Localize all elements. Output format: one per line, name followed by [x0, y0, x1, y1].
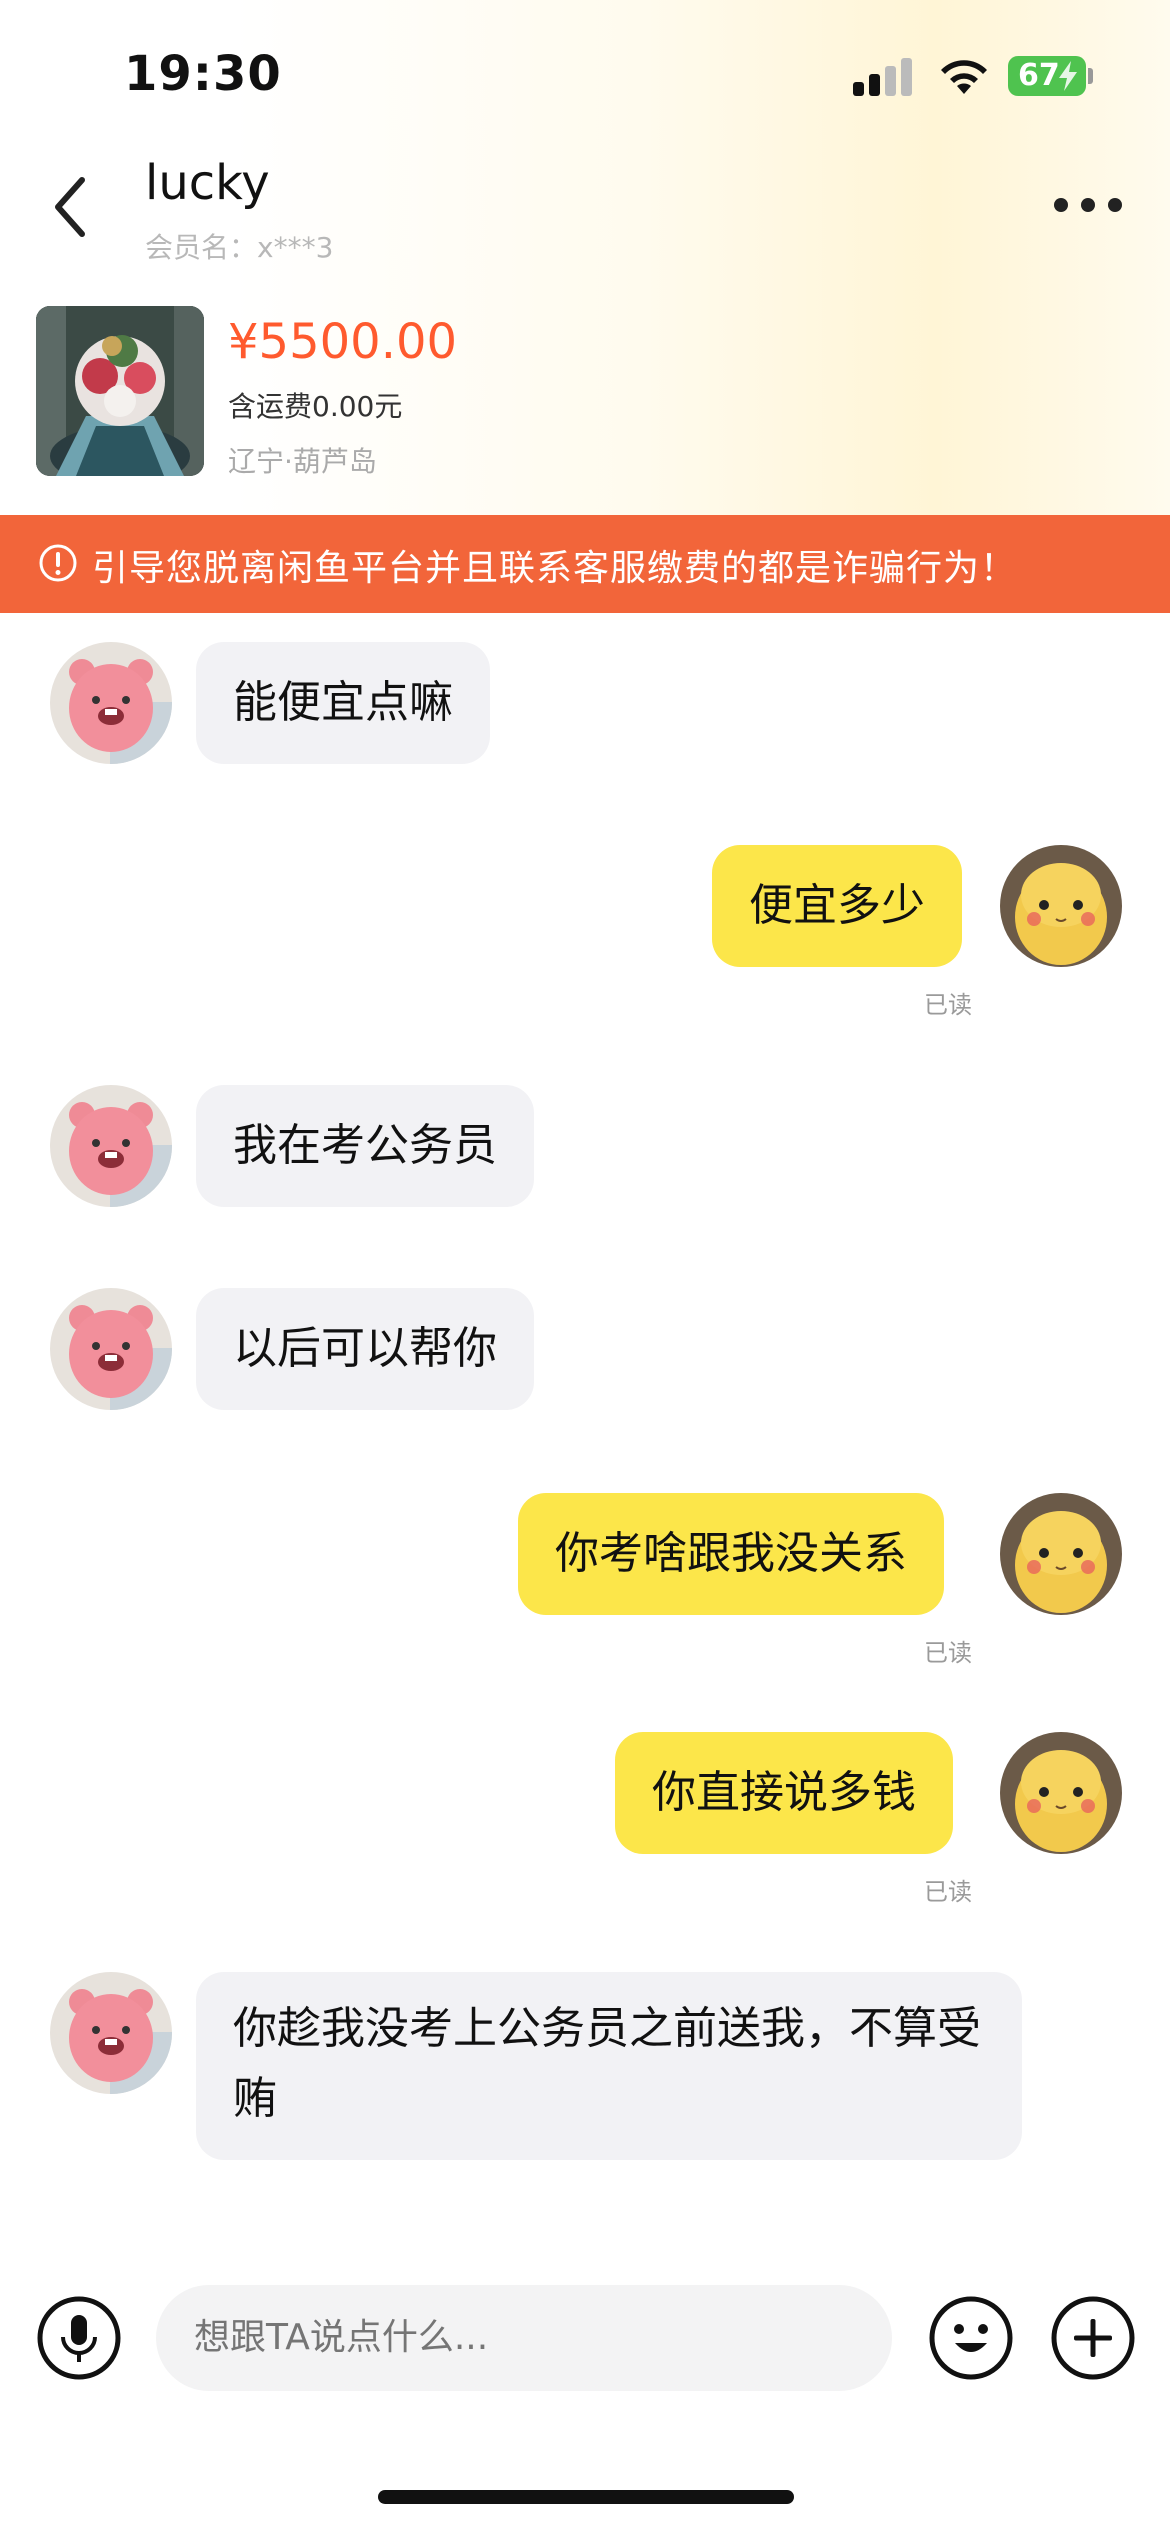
- more-dots-icon[interactable]: [1054, 196, 1124, 216]
- microphone-icon[interactable]: [36, 2295, 122, 2381]
- message-bubble-incoming: 你趁我没考上公务员之前送我，不算受贿: [196, 1972, 1022, 2160]
- message-bubble-outgoing: 你直接说多钱: [615, 1732, 953, 1854]
- product-price: ¥5500.00: [228, 314, 458, 370]
- yellow-chick-avatar-image: [1000, 1732, 1122, 1854]
- seller-avatar[interactable]: [50, 1972, 172, 2094]
- pink-bear-avatar-image: [50, 642, 172, 764]
- home-indicator[interactable]: [378, 2490, 794, 2504]
- signal-icon: [853, 58, 913, 96]
- read-status: 已读: [924, 991, 972, 1019]
- message-bubble-incoming: 以后可以帮你: [196, 1288, 534, 1410]
- status-time: 19:30: [124, 46, 282, 102]
- pink-bear-avatar-image: [50, 1288, 172, 1410]
- my-avatar[interactable]: [1000, 845, 1122, 967]
- read-status: 已读: [924, 1639, 972, 1667]
- seller-location: 辽宁·葫芦岛: [228, 445, 377, 478]
- message-input[interactable]: [156, 2285, 892, 2391]
- seller-avatar[interactable]: [50, 1288, 172, 1410]
- seller-avatar[interactable]: [50, 642, 172, 764]
- shipping-fee: 含运费0.00元: [228, 390, 403, 423]
- pink-bear-avatar-image: [50, 1085, 172, 1207]
- my-avatar[interactable]: [1000, 1493, 1122, 1615]
- plus-icon[interactable]: [1050, 2295, 1136, 2381]
- charging-icon: [1059, 61, 1077, 91]
- message-bubble-incoming: 我在考公务员: [196, 1085, 534, 1207]
- read-status: 已读: [924, 1878, 972, 1906]
- emoji-icon[interactable]: [928, 2295, 1014, 2381]
- message-bubble-outgoing: 便宜多少: [712, 845, 962, 967]
- seller-avatar[interactable]: [50, 1085, 172, 1207]
- product-photo: [36, 306, 204, 476]
- member-id: 会员名：x***3: [145, 231, 334, 264]
- yellow-chick-avatar-image: [1000, 845, 1122, 967]
- chat-partner-name: lucky: [145, 155, 270, 211]
- battery-tip: [1088, 68, 1093, 84]
- product-thumbnail[interactable]: [36, 306, 204, 476]
- wifi-icon: [941, 60, 987, 94]
- yellow-chick-avatar-image: [1000, 1493, 1122, 1615]
- fraud-warning-bar: 引导您脱离闲鱼平台并且联系客服缴费的都是诈骗行为！: [0, 515, 1170, 613]
- message-bubble-incoming: 能便宜点嘛: [196, 642, 490, 764]
- my-avatar[interactable]: [1000, 1732, 1122, 1854]
- alert-circle-icon: [39, 544, 77, 582]
- warning-text: 引导您脱离闲鱼平台并且联系客服缴费的都是诈骗行为！: [92, 548, 1018, 589]
- pink-bear-avatar-image: [50, 1972, 172, 2094]
- back-icon[interactable]: [46, 172, 96, 242]
- message-bubble-outgoing: 你考啥跟我没关系: [518, 1493, 944, 1615]
